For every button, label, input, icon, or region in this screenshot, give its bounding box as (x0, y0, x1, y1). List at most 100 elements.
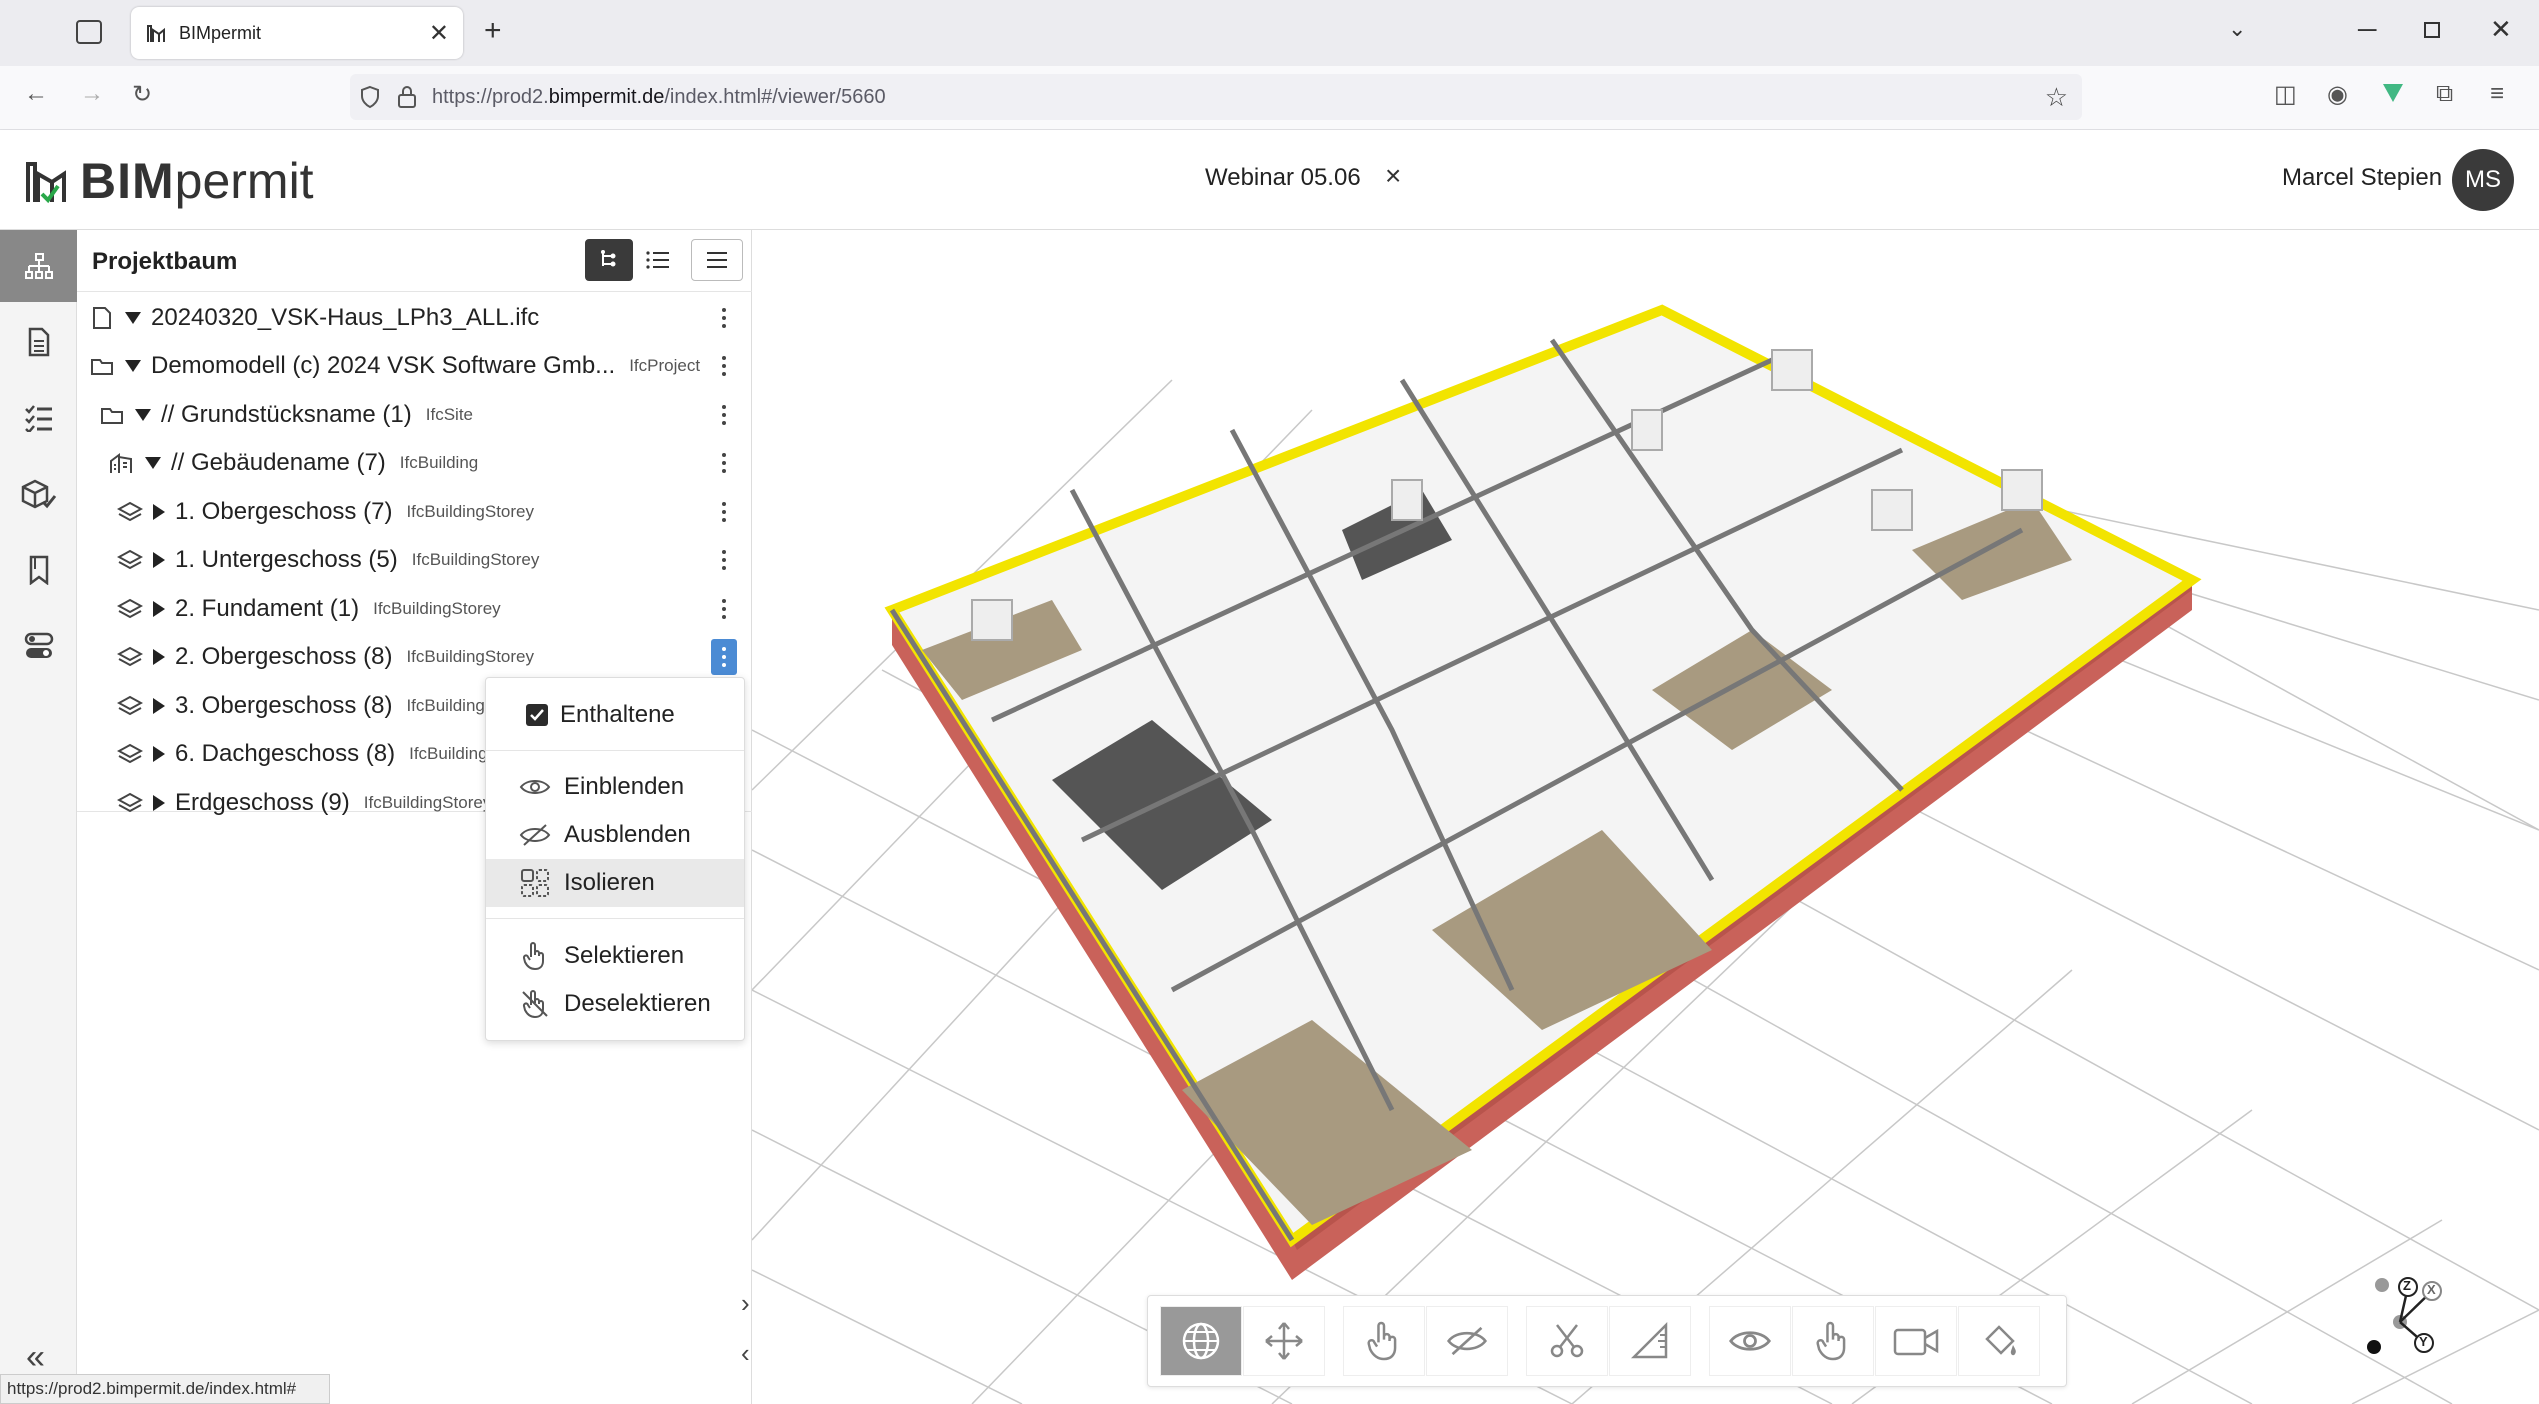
tree-row[interactable]: 1. Untergeschoss (5) IfcBuildingStorey (77, 536, 752, 584)
paint-button[interactable] (1958, 1306, 2040, 1376)
hide-button[interactable] (1426, 1306, 1508, 1376)
tree-row-label: // Grundstücksname (1) (161, 400, 412, 428)
caret-right-icon[interactable] (153, 600, 165, 617)
bookmark-star-icon[interactable]: ☆ (2045, 82, 2068, 113)
building-icon (107, 451, 137, 475)
caret-right-icon[interactable] (153, 552, 165, 568)
axis-z-label: Z (2403, 1278, 2411, 1293)
tree-row[interactable]: 2. Fundament (1) IfcBuildingStorey (77, 585, 752, 633)
tree-row[interactable]: Demomodell (c) 2024 VSK Software Gmb... I… (77, 342, 752, 390)
layers-icon (115, 549, 145, 571)
tree-row-label: 20240320_VSK-Haus_LPh3_ALL.ifc (151, 304, 540, 331)
checkbox-checked-icon[interactable] (526, 704, 548, 726)
menu-item-select[interactable]: Selektieren (486, 932, 744, 980)
left-icon-rail: « (0, 230, 77, 1404)
section-button[interactable] (1526, 1306, 1608, 1376)
pick-button[interactable] (1792, 1306, 1874, 1376)
menu-item-contained[interactable]: Enthaltene (486, 691, 744, 739)
caret-down-icon[interactable] (145, 457, 161, 469)
pan-button[interactable] (1243, 1306, 1325, 1376)
caret-down-icon[interactable] (125, 312, 141, 324)
forward-icon[interactable]: → (80, 80, 104, 108)
tree-row[interactable]: // Gebäudename (7) IfcBuilding (77, 439, 752, 487)
new-tab-icon[interactable]: + (484, 14, 502, 48)
bimpermit-logo[interactable]: BIM permit (24, 152, 314, 210)
layers-icon (115, 646, 145, 668)
caret-down-icon[interactable] (135, 408, 151, 421)
tree-row-label: 3. Obergeschoss (8) (175, 691, 393, 719)
menu-item-isolate[interactable]: Isolieren (486, 859, 744, 907)
close-project-icon[interactable]: × (1385, 160, 1401, 192)
tab-overview-icon[interactable] (76, 20, 102, 44)
row-options-kebab-icon[interactable] (711, 300, 737, 336)
row-options-kebab-icon[interactable] (711, 542, 737, 578)
model-check-icon[interactable] (0, 458, 77, 530)
hierarchy-icon[interactable] (0, 230, 77, 302)
paint-bucket-icon (1985, 1325, 2016, 1356)
row-options-kebab-icon[interactable] (711, 397, 737, 433)
bookmark-icon[interactable] (0, 534, 77, 606)
menu-item-hide[interactable]: Ausblenden (486, 811, 744, 859)
list-view-button[interactable] (634, 239, 682, 281)
row-options-kebab-icon[interactable] (711, 591, 737, 627)
select-hand-icon (1367, 1321, 1397, 1361)
storey-context-menu: Enthaltene Einblenden Ausblenden Isolier… (485, 677, 745, 1041)
caret-down-icon[interactable] (125, 360, 141, 372)
vue-devtools-icon[interactable] (2383, 84, 2403, 102)
reload-icon[interactable]: ↻ (132, 80, 152, 109)
caret-right-icon[interactable] (153, 503, 165, 520)
select-button[interactable] (1343, 1306, 1425, 1376)
url-bar[interactable]: https://prod2.bimpermit.de/index.html#/v… (350, 74, 2082, 120)
menu-item-deselect[interactable]: Deselektieren (486, 980, 744, 1028)
caret-right-icon[interactable] (153, 649, 165, 665)
shield-icon (361, 85, 379, 109)
3d-viewer-canvas[interactable]: Z X Y (752, 230, 2539, 1404)
menu-item-show[interactable]: Einblenden (486, 763, 744, 811)
layers-icon (115, 743, 145, 765)
camera-button[interactable] (1875, 1306, 1957, 1376)
tree-row[interactable]: // Grundstücksname (1) IfcSite (77, 391, 752, 439)
orbit-button[interactable] (1160, 1306, 1242, 1376)
close-window-icon[interactable]: ✕ (2490, 14, 2512, 45)
tree-view-button[interactable] (585, 239, 633, 281)
tab-close-icon[interactable]: ✕ (429, 19, 449, 48)
document-icon[interactable] (0, 306, 77, 378)
caret-right-icon[interactable] (153, 794, 165, 811)
maximize-icon[interactable] (2424, 22, 2440, 38)
row-options-kebab-icon[interactable] (711, 639, 737, 675)
building-model-render[interactable] (752, 230, 2539, 1404)
collapse-panel-chevron-icon[interactable]: ‹ (741, 1338, 750, 1369)
expand-panel-chevron-icon[interactable]: › (741, 1288, 750, 1319)
hide-eye-icon (1446, 1326, 1488, 1356)
row-options-kebab-icon[interactable] (711, 494, 737, 530)
layers-icon (115, 695, 145, 717)
row-options-kebab-icon[interactable] (711, 348, 737, 384)
caret-right-icon[interactable] (153, 746, 165, 762)
tree-row[interactable]: 1. Obergeschoss (7) IfcBuildingStorey (77, 488, 752, 536)
browser-tab[interactable]: BIMpermit ✕ (131, 7, 463, 59)
tab-list-chevron-icon[interactable]: ⌄ (2228, 16, 2246, 42)
collapse-rail-icon[interactable]: « (26, 1338, 45, 1377)
visibility-button[interactable] (1709, 1306, 1791, 1376)
row-options-kebab-icon[interactable] (711, 445, 737, 481)
menu-item-deselect-label: Deselektieren (564, 990, 711, 1017)
caret-right-icon[interactable] (153, 697, 165, 714)
ifc-type-tag: IfcBuildingStorey (373, 598, 501, 618)
user-name[interactable]: Marcel Stepien (2282, 164, 2442, 192)
menu-icon[interactable]: ≡ (2490, 80, 2504, 108)
extensions-icon[interactable]: ⧉ (2436, 80, 2453, 108)
avatar[interactable]: MS (2452, 149, 2514, 211)
menu-item-show-label: Einblenden (564, 773, 685, 800)
back-icon[interactable]: ← (24, 80, 48, 108)
account-icon[interactable]: ◉ (2327, 80, 2348, 109)
toggles-icon[interactable] (0, 610, 77, 682)
tree-row[interactable]: 20240320_VSK-Haus_LPh3_ALL.ifc (77, 294, 752, 342)
minimize-icon[interactable]: ─ (2358, 14, 2376, 45)
pick-hand-icon (1816, 1321, 1846, 1361)
measure-button[interactable] (1609, 1306, 1691, 1376)
axis-gizmo[interactable]: Z X Y (2352, 1265, 2462, 1375)
checklist-icon[interactable] (0, 382, 77, 454)
tree-row[interactable]: 2. Obergeschoss (8) IfcBuildingStorey (77, 633, 752, 681)
pocket-icon[interactable]: ◫ (2274, 80, 2297, 109)
panel-menu-button[interactable] (691, 239, 743, 281)
